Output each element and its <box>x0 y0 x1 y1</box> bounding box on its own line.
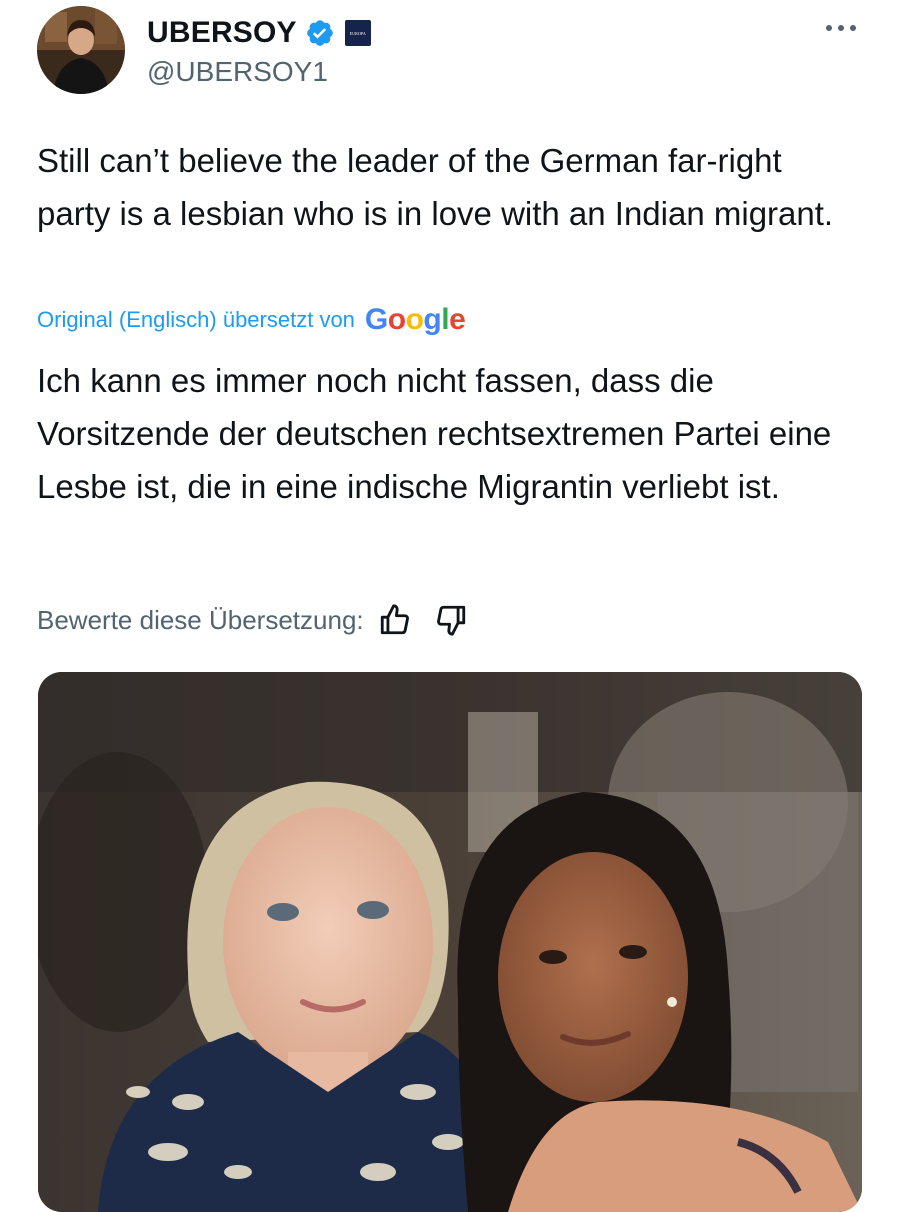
rate-translation-label: Bewerte diese Übersetzung: <box>37 604 364 635</box>
tweet-header: UBERSOY EUROPA @UBERSOY1 <box>37 4 867 96</box>
translation-notice[interactable]: Original (Englisch) übersetzt von Google <box>37 300 466 340</box>
rate-translation: Bewerte diese Übersetzung: <box>37 598 468 642</box>
user-handle[interactable]: @UBERSOY1 <box>147 56 371 88</box>
affiliate-badge[interactable]: EUROPA <box>344 20 371 46</box>
verified-badge-icon <box>306 20 333 46</box>
tweet-photo[interactable] <box>38 672 862 1212</box>
display-name[interactable]: UBERSOY <box>147 16 297 50</box>
thumbs-down-icon[interactable] <box>434 603 468 637</box>
thumbs-up-icon[interactable] <box>378 603 412 637</box>
translation-notice-text[interactable]: Original (Englisch) übersetzt von <box>37 307 355 333</box>
translated-text: Ich kann es immer noch nicht fassen, das… <box>37 362 832 505</box>
user-names: UBERSOY EUROPA @UBERSOY1 <box>147 14 371 88</box>
google-logo: Google <box>364 303 466 336</box>
tweet-text: Still can’t believe the leader of the Ge… <box>37 142 834 232</box>
avatar[interactable] <box>37 6 125 94</box>
photo-image <box>38 672 862 1212</box>
more-icon[interactable] <box>821 18 861 38</box>
